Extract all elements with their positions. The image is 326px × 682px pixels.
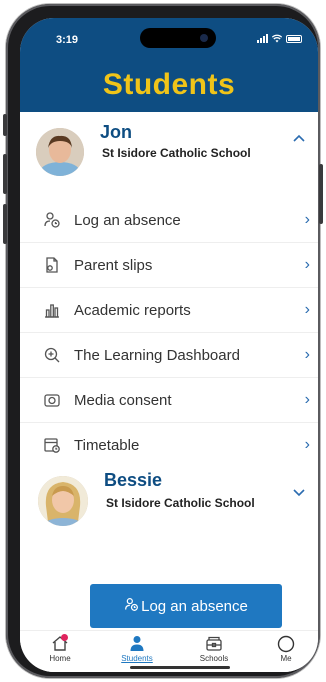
volume-up-button <box>3 154 7 194</box>
dynamic-island <box>140 28 216 48</box>
menu-item-parent-slips[interactable]: Parent slips › <box>20 243 318 288</box>
student-name: Jon <box>100 122 133 142</box>
battery-icon <box>286 35 302 43</box>
person-icon <box>129 635 145 651</box>
tab-label: Schools <box>199 654 229 663</box>
student-card-bessie[interactable]: Bessie St Isidore Catholic School <box>20 464 318 544</box>
student-name: Bessie <box>104 470 163 490</box>
phone-frame: 3:19 Students Jon St Isidore Catholic Sc… <box>3 4 323 678</box>
app-header: 3:19 Students <box>20 18 318 112</box>
menu-item-media-consent[interactable]: Media consent › <box>20 378 318 423</box>
tab-label: Students <box>121 654 153 663</box>
page-title: Students <box>102 68 236 101</box>
collapse-chevron-icon[interactable] <box>292 130 306 146</box>
menu-item-label: Log an absence <box>74 211 181 229</box>
camera-icon <box>42 390 62 410</box>
log-absence-button[interactable]: Log an absence <box>90 584 282 628</box>
status-time: 3:19 <box>56 34 79 46</box>
menu-item-label: Parent slips <box>74 256 153 274</box>
bar-chart-icon <box>42 300 62 320</box>
power-button <box>319 164 323 224</box>
tab-schools[interactable]: Schools <box>188 635 240 663</box>
side-button <box>3 114 7 136</box>
menu-item-label: Academic reports <box>74 301 191 319</box>
student-school: St Isidore Catholic School <box>102 146 251 160</box>
school-icon <box>205 635 223 651</box>
student-card-jon[interactable]: Jon St Isidore Catholic School <box>20 112 318 192</box>
student-menu: Log an absence › Parent slips › Academic… <box>20 198 318 467</box>
status-icons <box>257 34 302 43</box>
tab-home[interactable]: Home <box>34 634 86 663</box>
menu-item-label: Timetable <box>74 436 140 454</box>
tab-label: Home <box>49 654 71 663</box>
chevron-right-icon: › <box>304 346 310 363</box>
chevron-right-icon: › <box>304 256 310 273</box>
tab-label: Me <box>280 654 292 663</box>
menu-item-academic-reports[interactable]: Academic reports › <box>20 288 318 333</box>
avatar <box>36 128 84 176</box>
home-indicator <box>130 666 230 669</box>
wifi-icon <box>272 34 282 43</box>
calendar-clock-icon <box>42 435 62 455</box>
student-school: St Isidore Catholic School <box>106 496 255 510</box>
signal-icon <box>257 34 268 43</box>
home-icon <box>51 634 69 651</box>
tab-students[interactable]: Students <box>111 635 163 663</box>
chevron-right-icon: › <box>304 211 310 228</box>
app-screen: 3:19 Students Jon St Isidore Catholic Sc… <box>20 18 318 672</box>
volume-down-button <box>3 204 7 244</box>
chevron-right-icon: › <box>304 436 310 453</box>
menu-item-timetable[interactable]: Timetable › <box>20 423 318 467</box>
tab-me[interactable]: Me <box>260 635 312 663</box>
chevron-right-icon: › <box>304 301 310 318</box>
menu-item-label: Media consent <box>74 391 172 409</box>
menu-item-log-absence[interactable]: Log an absence › <box>20 198 318 243</box>
profile-circle-icon <box>277 635 295 653</box>
notification-badge <box>61 634 68 641</box>
chevron-right-icon: › <box>304 391 310 408</box>
document-icon <box>42 255 62 275</box>
log-absence-button-label: Log an absence <box>141 597 248 615</box>
menu-item-label: The Learning Dashboard <box>74 346 240 364</box>
menu-item-learning-dashboard[interactable]: The Learning Dashboard › <box>20 333 318 378</box>
magnifier-icon <box>42 345 62 365</box>
person-clock-icon <box>124 597 139 616</box>
expand-chevron-icon[interactable] <box>292 484 306 500</box>
avatar <box>38 476 88 526</box>
person-clock-icon <box>42 210 62 230</box>
